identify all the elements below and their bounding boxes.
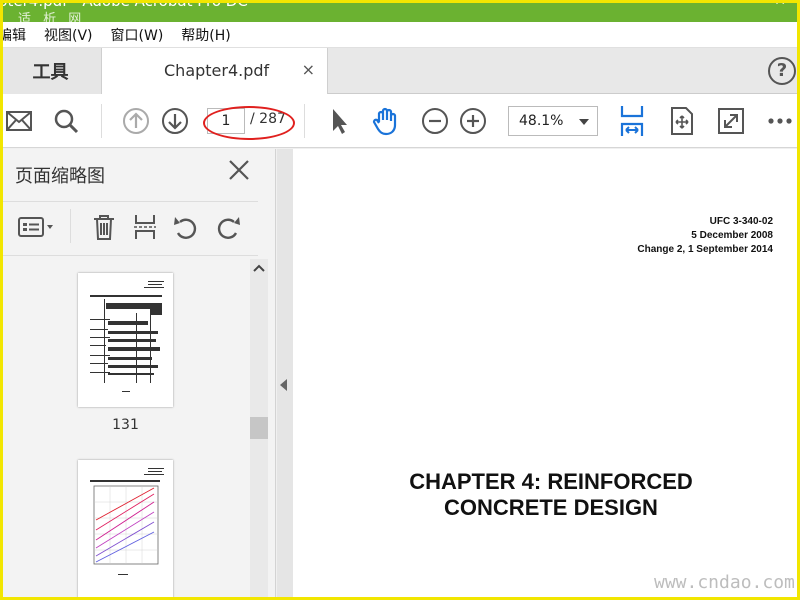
chevron-up-icon[interactable] (250, 261, 268, 279)
thumbnail-chart-preview (90, 468, 164, 575)
search-icon[interactable] (51, 106, 81, 136)
next-page-icon[interactable] (160, 106, 190, 136)
document-view: UFC 3-340-02 5 December 2008 Change 2, 1… (277, 149, 800, 600)
window-close-button[interactable]: ✕ (774, 0, 786, 8)
tab-bar: 工具 Chapter4.pdf × ? (0, 48, 800, 95)
page-fit-icon[interactable] (667, 106, 697, 136)
thumbnail-panel: 页面缩略图 131 (0, 149, 276, 600)
chapter-title-line: CHAPTER 4: REINFORCED (409, 469, 693, 494)
prev-page-icon[interactable] (121, 106, 151, 136)
close-icon[interactable] (228, 159, 250, 187)
mail-icon[interactable] (4, 106, 34, 136)
rotate-left-icon[interactable] (170, 211, 202, 243)
window-title: pter4.pdf - Adobe Acrobat Pro DC (0, 0, 248, 10)
select-arrow-icon[interactable] (324, 106, 354, 136)
title-bar: pter4.pdf - Adobe Acrobat Pro DC ✕ (0, 0, 800, 22)
hand-icon[interactable] (371, 106, 401, 136)
zoom-select[interactable]: 48.1% (508, 106, 598, 136)
toolbar-divider (101, 104, 102, 138)
zoom-value: 48.1% (519, 113, 564, 129)
menu-bar: 编辑 视图(V) 窗口(W) 帮助(H) (0, 22, 800, 48)
thumbnail-scrollbar[interactable] (250, 259, 268, 600)
divider (0, 201, 258, 202)
zoom-out-icon[interactable] (420, 106, 450, 136)
fit-width-icon[interactable] (617, 106, 647, 136)
thumbnail-label: 131 (112, 417, 139, 433)
tab-tools[interactable]: 工具 (0, 48, 102, 94)
collapse-panel-icon[interactable] (280, 379, 287, 391)
tab-close-button[interactable]: × (302, 60, 315, 79)
thumbnail-list: 131 (0, 256, 248, 600)
page-thumbnail-131[interactable] (78, 273, 173, 407)
menu-window[interactable]: 窗口(W) (111, 25, 164, 45)
chapter-title-line: CONCRETE DESIGN (444, 495, 658, 520)
delete-icon[interactable] (88, 211, 120, 243)
scrollbar-thumb[interactable] (250, 417, 268, 439)
watermark-bottom: www.cndao.com (654, 572, 795, 593)
thumbnail-table-preview (90, 281, 164, 392)
rotate-right-icon[interactable] (212, 211, 244, 243)
page-thumbnail-132[interactable] (78, 460, 173, 600)
chevron-down-icon (579, 119, 589, 125)
header-line: UFC 3-340-02 (709, 216, 773, 227)
toolbar-divider (304, 104, 305, 138)
header-line: 5 December 2008 (691, 230, 773, 241)
document-page: UFC 3-340-02 5 December 2008 Change 2, 1… (293, 149, 800, 600)
header-line: Change 2, 1 September 2014 (637, 244, 773, 255)
menu-edit[interactable]: 编辑 (0, 25, 26, 45)
zoom-in-icon[interactable] (458, 106, 488, 136)
tab-document[interactable]: Chapter4.pdf × (102, 48, 328, 95)
help-button[interactable]: ? (768, 57, 796, 85)
fullscreen-icon[interactable] (716, 106, 746, 136)
menu-help[interactable]: 帮助(H) (181, 25, 230, 45)
thumbnail-options-icon[interactable] (16, 211, 58, 243)
toolbar-divider (70, 209, 71, 243)
toolbar: 1 / 287 48.1% (0, 94, 800, 148)
tab-document-name: Chapter4.pdf (164, 61, 270, 80)
chapter-title: CHAPTER 4: REINFORCED CONCRETE DESIGN (277, 469, 800, 521)
menu-view[interactable]: 视图(V) (44, 25, 93, 45)
extract-page-icon[interactable] (129, 211, 161, 243)
page-header: UFC 3-340-02 5 December 2008 Change 2, 1… (637, 215, 773, 257)
more-icon[interactable] (765, 106, 795, 136)
thumbnail-panel-title: 页面缩略图 (15, 166, 105, 187)
annotation-circle (203, 106, 295, 140)
